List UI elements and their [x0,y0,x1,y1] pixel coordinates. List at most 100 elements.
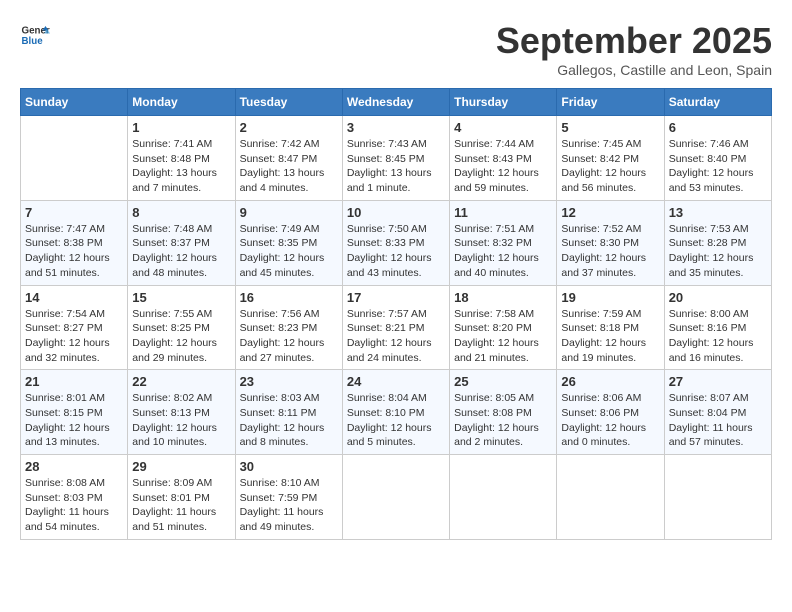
cell-content: Sunrise: 7:52 AM Sunset: 8:30 PM Dayligh… [561,222,659,281]
calendar-week-row: 21Sunrise: 8:01 AM Sunset: 8:15 PM Dayli… [21,370,772,455]
calendar-cell: 20Sunrise: 8:00 AM Sunset: 8:16 PM Dayli… [664,285,771,370]
cell-content: Sunrise: 8:05 AM Sunset: 8:08 PM Dayligh… [454,391,552,450]
calendar-cell: 5 Sunrise: 7:45 AM Sunset: 8:42 PM Daylig… [557,116,664,201]
day-number: 6 [669,120,767,135]
day-number: 13 [669,205,767,220]
calendar-cell: 29 Sunrise: 8:09 AM Sunset: 8:01 PM Dayli… [128,455,235,540]
calendar-cell: 18 Sunrise: 7:58 AM Sunset: 8:20 PM Dayli… [450,285,557,370]
day-number: 15 [132,290,230,305]
calendar-cell: 16 Sunrise: 7:56 AM Sunset: 8:23 PM Dayli… [235,285,342,370]
calendar-cell [342,455,449,540]
cell-content: Sunrise: 7:56 AM Sunset: 8:23 PM Dayligh… [240,307,338,366]
calendar-week-row: 7 Sunrise: 7:47 AM Sunset: 8:38 PM Daylig… [21,200,772,285]
day-number: 21 [25,374,123,389]
calendar-cell: 6 Sunrise: 7:46 AM Sunset: 8:40 PM Daylig… [664,116,771,201]
cell-content: Sunrise: 7:55 AM Sunset: 8:25 PM Dayligh… [132,307,230,366]
cell-content: Sunrise: 7:45 AM Sunset: 8:42 PM Dayligh… [561,137,659,196]
day-number: 18 [454,290,552,305]
day-number: 11 [454,205,552,220]
calendar-cell: 12Sunrise: 7:52 AM Sunset: 8:30 PM Dayli… [557,200,664,285]
day-number: 7 [25,205,123,220]
calendar-cell: 10Sunrise: 7:50 AM Sunset: 8:33 PM Dayli… [342,200,449,285]
calendar-cell [557,455,664,540]
calendar-week-row: 1 Sunrise: 7:41 AM Sunset: 8:48 PM Daylig… [21,116,772,201]
day-number: 29 [132,459,230,474]
cell-content: Sunrise: 7:41 AM Sunset: 8:48 PM Dayligh… [132,137,230,196]
cell-content: Sunrise: 8:10 AM Sunset: 7:59 PM Dayligh… [240,476,338,535]
cell-content: Sunrise: 7:59 AM Sunset: 8:18 PM Dayligh… [561,307,659,366]
weekday-header: Tuesday [235,89,342,116]
calendar-cell: 26Sunrise: 8:06 AM Sunset: 8:06 PM Dayli… [557,370,664,455]
calendar-cell: 1 Sunrise: 7:41 AM Sunset: 8:48 PM Daylig… [128,116,235,201]
day-number: 19 [561,290,659,305]
calendar-cell: 8 Sunrise: 7:48 AM Sunset: 8:37 PM Daylig… [128,200,235,285]
calendar-cell: 9 Sunrise: 7:49 AM Sunset: 8:35 PM Daylig… [235,200,342,285]
calendar-cell: 3 Sunrise: 7:43 AM Sunset: 8:45 PM Daylig… [342,116,449,201]
calendar-cell: 30Sunrise: 8:10 AM Sunset: 7:59 PM Dayli… [235,455,342,540]
day-number: 17 [347,290,445,305]
day-number: 5 [561,120,659,135]
day-number: 28 [25,459,123,474]
day-number: 3 [347,120,445,135]
cell-content: Sunrise: 7:48 AM Sunset: 8:37 PM Dayligh… [132,222,230,281]
calendar-cell: 13 Sunrise: 7:53 AM Sunset: 8:28 PM Dayli… [664,200,771,285]
cell-content: Sunrise: 8:08 AM Sunset: 8:03 PM Dayligh… [25,476,123,535]
day-number: 14 [25,290,123,305]
cell-content: Sunrise: 7:57 AM Sunset: 8:21 PM Dayligh… [347,307,445,366]
cell-content: Sunrise: 7:49 AM Sunset: 8:35 PM Dayligh… [240,222,338,281]
calendar-cell: 11 Sunrise: 7:51 AM Sunset: 8:32 PM Dayli… [450,200,557,285]
day-number: 1 [132,120,230,135]
cell-content: Sunrise: 7:43 AM Sunset: 8:45 PM Dayligh… [347,137,445,196]
day-number: 25 [454,374,552,389]
weekday-header: Monday [128,89,235,116]
day-number: 10 [347,205,445,220]
cell-content: Sunrise: 8:03 AM Sunset: 8:11 PM Dayligh… [240,391,338,450]
calendar-cell: 27 Sunrise: 8:07 AM Sunset: 8:04 PM Dayli… [664,370,771,455]
weekday-header: Sunday [21,89,128,116]
cell-content: Sunrise: 8:09 AM Sunset: 8:01 PM Dayligh… [132,476,230,535]
day-number: 4 [454,120,552,135]
cell-content: Sunrise: 7:46 AM Sunset: 8:40 PM Dayligh… [669,137,767,196]
weekday-header: Friday [557,89,664,116]
weekday-header: Saturday [664,89,771,116]
calendar-cell [450,455,557,540]
weekday-header: Thursday [450,89,557,116]
svg-text:Blue: Blue [22,36,44,47]
calendar-week-row: 14Sunrise: 7:54 AM Sunset: 8:27 PM Dayli… [21,285,772,370]
day-number: 2 [240,120,338,135]
cell-content: Sunrise: 7:47 AM Sunset: 8:38 PM Dayligh… [25,222,123,281]
cell-content: Sunrise: 8:07 AM Sunset: 8:04 PM Dayligh… [669,391,767,450]
calendar-cell [21,116,128,201]
calendar-cell: 15 Sunrise: 7:55 AM Sunset: 8:25 PM Dayli… [128,285,235,370]
cell-content: Sunrise: 7:51 AM Sunset: 8:32 PM Dayligh… [454,222,552,281]
calendar-cell: 4 Sunrise: 7:44 AM Sunset: 8:43 PM Daylig… [450,116,557,201]
day-number: 8 [132,205,230,220]
cell-content: Sunrise: 7:42 AM Sunset: 8:47 PM Dayligh… [240,137,338,196]
day-number: 16 [240,290,338,305]
location-subtitle: Gallegos, Castille and Leon, Spain [496,62,772,78]
cell-content: Sunrise: 7:58 AM Sunset: 8:20 PM Dayligh… [454,307,552,366]
cell-content: Sunrise: 7:44 AM Sunset: 8:43 PM Dayligh… [454,137,552,196]
calendar-cell: 14Sunrise: 7:54 AM Sunset: 8:27 PM Dayli… [21,285,128,370]
day-number: 22 [132,374,230,389]
calendar-cell: 25 Sunrise: 8:05 AM Sunset: 8:08 PM Dayli… [450,370,557,455]
cell-content: Sunrise: 8:02 AM Sunset: 8:13 PM Dayligh… [132,391,230,450]
logo: General Blue [20,20,50,50]
calendar-week-row: 28 Sunrise: 8:08 AM Sunset: 8:03 PM Dayli… [21,455,772,540]
logo-icon: General Blue [20,20,50,50]
day-number: 23 [240,374,338,389]
calendar-cell: 2 Sunrise: 7:42 AM Sunset: 8:47 PM Daylig… [235,116,342,201]
weekday-header-row: SundayMondayTuesdayWednesdayThursdayFrid… [21,89,772,116]
calendar-cell: 21Sunrise: 8:01 AM Sunset: 8:15 PM Dayli… [21,370,128,455]
title-block: September 2025 Gallegos, Castille and Le… [496,20,772,78]
cell-content: Sunrise: 8:04 AM Sunset: 8:10 PM Dayligh… [347,391,445,450]
calendar-cell: 24Sunrise: 8:04 AM Sunset: 8:10 PM Dayli… [342,370,449,455]
page-header: General Blue September 2025 Gallegos, Ca… [20,20,772,78]
calendar-cell: 23 Sunrise: 8:03 AM Sunset: 8:11 PM Dayli… [235,370,342,455]
cell-content: Sunrise: 7:53 AM Sunset: 8:28 PM Dayligh… [669,222,767,281]
day-number: 20 [669,290,767,305]
calendar-cell: 7 Sunrise: 7:47 AM Sunset: 8:38 PM Daylig… [21,200,128,285]
day-number: 9 [240,205,338,220]
day-number: 27 [669,374,767,389]
day-number: 26 [561,374,659,389]
